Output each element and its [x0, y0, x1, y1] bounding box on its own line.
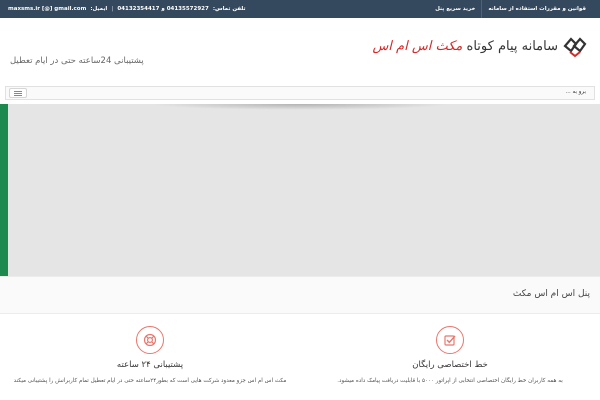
terms-link[interactable]: قوانین و مقررات استفاده از سامانه — [481, 0, 592, 18]
phone-label: تلفن تماس: — [212, 6, 246, 12]
feature-description: مکث اس ام اس جزو معدود شرکت هایی است که … — [13, 378, 287, 384]
panel-title: پنل اس ام اس مکث — [512, 289, 590, 299]
contact-separator: | — [111, 6, 114, 12]
menu-toggle-button[interactable] — [9, 88, 27, 98]
feature-title: خط اختصاصی رایگان — [412, 360, 488, 370]
site-tagline: پشتیبانی 24ساعته حتی در ایام تعطیل — [10, 56, 144, 66]
site-header: سامانه پیام کوتاه مکث اس ام اس پشتیبانی … — [0, 18, 600, 80]
logo-text-main: سامانه پیام کوتاه — [466, 38, 558, 54]
contact-info: تلفن تماس: 04135572927 و 04132354417 | ا… — [8, 6, 246, 12]
quick-buy-link[interactable]: خرید سریع پنل — [429, 0, 481, 18]
email-label: ایمیل: — [90, 6, 108, 12]
hamburger-icon — [14, 92, 22, 94]
slider-shadow — [150, 104, 450, 110]
logo-icon — [563, 37, 587, 58]
top-links: قوانین و مقررات استفاده از سامانه خرید س… — [429, 0, 592, 18]
feature-title: پشتیبانی ۲۴ ساعته — [116, 360, 184, 370]
hero-slider — [0, 104, 600, 276]
panel-strip: پنل اس ام اس مکث — [0, 276, 600, 314]
hamburger-icon — [14, 94, 22, 96]
check-square-icon — [436, 326, 464, 354]
phone-numbers: 04135572927 و 04132354417 — [117, 6, 209, 12]
lifebuoy-icon — [136, 326, 164, 354]
nav-bar: برو به ... — [5, 86, 595, 100]
nav-goto-select[interactable]: برو به ... — [566, 89, 586, 95]
logo-text-brand: مکث اس ام اس — [372, 38, 463, 54]
email-value: maxsms.ir [@] gmail.com — [8, 6, 87, 12]
feature-description: به همه کاربران خط رایگان اختصاصی انتخابی… — [337, 378, 563, 384]
slider-accent-bar — [0, 104, 8, 276]
feature-free-line: خط اختصاصی رایگان به همه کاربران خط رایگ… — [300, 314, 600, 400]
logo-text: سامانه پیام کوتاه مکث اس ام اس — [372, 39, 558, 54]
hamburger-icon — [14, 90, 22, 92]
feature-support: پشتیبانی ۲۴ ساعته مکث اس ام اس جزو معدود… — [0, 314, 300, 400]
top-bar: قوانین و مقررات استفاده از سامانه خرید س… — [0, 0, 600, 18]
site-logo[interactable]: سامانه پیام کوتاه مکث اس ام اس — [372, 32, 588, 60]
features-section: خط اختصاصی رایگان به همه کاربران خط رایگ… — [0, 314, 600, 400]
